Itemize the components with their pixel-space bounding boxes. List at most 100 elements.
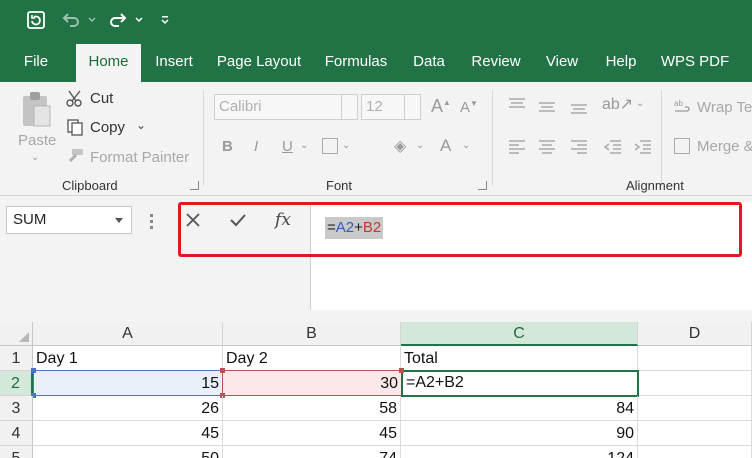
undo-dropdown-icon[interactable] bbox=[86, 9, 98, 31]
fill-color-dropdown-icon[interactable]: ⌄ bbox=[416, 140, 424, 151]
underline-dropdown-icon[interactable]: ⌄ bbox=[300, 140, 308, 151]
tab-view[interactable]: View bbox=[538, 42, 586, 82]
cell-b2[interactable]: 30 bbox=[222, 370, 402, 396]
row-header-3[interactable]: 3 bbox=[0, 396, 33, 421]
row-header-4[interactable]: 4 bbox=[0, 421, 33, 446]
row-header-1[interactable]: 1 bbox=[0, 346, 33, 371]
tab-home[interactable]: Home bbox=[76, 44, 141, 82]
cell-b1[interactable]: Day 2 bbox=[223, 346, 401, 371]
font-group-label: Font bbox=[326, 178, 353, 193]
autosave-icon[interactable] bbox=[24, 9, 48, 31]
cell-c3[interactable]: 84 bbox=[401, 396, 638, 421]
increase-indent-icon[interactable] bbox=[634, 140, 652, 159]
tab-file[interactable]: File bbox=[12, 42, 60, 82]
redo-icon[interactable] bbox=[107, 9, 129, 31]
cell-a5[interactable]: 50 bbox=[33, 446, 223, 458]
column-header-c[interactable]: C bbox=[401, 322, 638, 346]
cell-b3[interactable]: 58 bbox=[223, 396, 401, 421]
cell-a4[interactable]: 45 bbox=[33, 421, 223, 446]
ribbon-home: Paste ⌄ Cut Copy ⌄ Format Painter Clipbo… bbox=[0, 82, 752, 196]
cell-b5[interactable]: 74 bbox=[223, 446, 401, 458]
name-box[interactable]: SUM bbox=[6, 206, 132, 234]
top-align-icon[interactable] bbox=[508, 98, 526, 117]
font-name-dropdown-icon[interactable] bbox=[341, 95, 357, 119]
clipboard-launcher-icon[interactable] bbox=[190, 181, 199, 190]
ref-b2-handle[interactable] bbox=[220, 368, 225, 373]
paste-dropdown-icon[interactable]: ⌄ bbox=[31, 152, 39, 163]
paste-icon[interactable] bbox=[20, 90, 52, 130]
align-center-icon[interactable] bbox=[538, 140, 556, 159]
tab-help[interactable]: Help bbox=[596, 42, 646, 82]
redo-dropdown-icon[interactable] bbox=[133, 9, 145, 31]
group-separator bbox=[492, 90, 493, 186]
cell-b4[interactable]: 45 bbox=[223, 421, 401, 446]
fill-color-icon[interactable]: ◈ bbox=[394, 136, 406, 156]
column-header-b[interactable]: B bbox=[223, 322, 401, 346]
tab-formulas[interactable]: Formulas bbox=[318, 42, 394, 82]
cell-d5[interactable] bbox=[638, 446, 752, 458]
borders-dropdown-icon[interactable]: ⌄ bbox=[342, 140, 350, 151]
wrap-text-icon: ab bbox=[674, 98, 692, 121]
font-color-icon[interactable]: A bbox=[440, 136, 451, 156]
worksheet-grid: A B C D 1 Day 1 Day 2 Total 2 15 30 =A2+… bbox=[0, 322, 752, 458]
wrap-text-button[interactable]: Wrap Te bbox=[697, 99, 752, 116]
select-all-corner[interactable] bbox=[0, 322, 33, 346]
merge-center-button[interactable]: Merge & bbox=[697, 138, 752, 155]
cell-d2[interactable] bbox=[639, 371, 752, 396]
bottom-align-icon[interactable] bbox=[570, 100, 588, 119]
column-header-d[interactable]: D bbox=[638, 322, 752, 346]
font-color-dropdown-icon[interactable]: ⌄ bbox=[462, 140, 470, 151]
name-box-dropdown-icon[interactable] bbox=[115, 218, 123, 223]
tab-insert[interactable]: Insert bbox=[148, 42, 200, 82]
orientation-icon[interactable]: ab↗ bbox=[602, 94, 633, 114]
formula-bar-grip-icon[interactable] bbox=[150, 214, 153, 232]
cell-d4[interactable] bbox=[638, 421, 752, 446]
cell-c4[interactable]: 90 bbox=[401, 421, 638, 446]
cell-c2-editing[interactable]: =A2+B2 bbox=[401, 370, 639, 397]
paste-button[interactable]: Paste bbox=[18, 132, 56, 149]
font-name-value: Calibri bbox=[219, 98, 262, 115]
decrease-font-icon[interactable]: A▼ bbox=[460, 99, 478, 116]
ref-b2-handle[interactable] bbox=[399, 368, 404, 373]
underline-icon[interactable]: U bbox=[282, 138, 293, 155]
format-painter-button[interactable]: Format Painter bbox=[90, 149, 189, 166]
cell-c1[interactable]: Total bbox=[401, 346, 638, 371]
bold-icon[interactable]: B bbox=[222, 138, 233, 155]
row-header-2[interactable]: 2 bbox=[0, 371, 33, 396]
tab-data[interactable]: Data bbox=[404, 42, 454, 82]
undo-icon[interactable] bbox=[60, 9, 82, 31]
cell-d1[interactable] bbox=[638, 346, 752, 371]
alignment-group-label: Alignment bbox=[626, 178, 684, 193]
font-launcher-icon[interactable] bbox=[478, 181, 487, 190]
borders-icon[interactable] bbox=[322, 138, 338, 154]
tab-review[interactable]: Review bbox=[464, 42, 528, 82]
font-size-box[interactable]: 12 bbox=[361, 94, 421, 120]
align-right-icon[interactable] bbox=[570, 140, 588, 159]
cell-a3[interactable]: 26 bbox=[33, 396, 223, 421]
column-header-a[interactable]: A bbox=[33, 322, 223, 346]
ref-a2-handle[interactable] bbox=[31, 368, 36, 373]
cut-button[interactable]: Cut bbox=[90, 90, 113, 107]
cell-a2[interactable]: 15 bbox=[33, 370, 223, 396]
middle-align-icon[interactable] bbox=[538, 100, 556, 119]
cell-d3[interactable] bbox=[638, 396, 752, 421]
copy-dropdown-icon[interactable]: ⌄ bbox=[136, 118, 146, 132]
align-left-icon[interactable] bbox=[508, 140, 526, 159]
orientation-dropdown-icon[interactable]: ⌄ bbox=[636, 98, 644, 109]
cell-c5[interactable]: 124 bbox=[401, 446, 638, 458]
tab-wps-pdf[interactable]: WPS PDF bbox=[656, 42, 734, 82]
name-box-value: SUM bbox=[13, 211, 47, 228]
tab-page-layout[interactable]: Page Layout bbox=[210, 42, 308, 82]
copy-button[interactable]: Copy bbox=[90, 119, 125, 136]
customize-qat-icon[interactable] bbox=[158, 9, 172, 31]
cell-a1[interactable]: Day 1 bbox=[33, 346, 223, 371]
increase-font-icon[interactable]: A▲ bbox=[431, 96, 451, 117]
format-painter-icon bbox=[66, 148, 84, 164]
decrease-indent-icon[interactable] bbox=[603, 140, 622, 159]
row-header-5[interactable]: 5 bbox=[0, 446, 33, 458]
font-size-dropdown-icon[interactable] bbox=[404, 95, 420, 119]
group-separator bbox=[203, 90, 204, 186]
clipboard-group-label: Clipboard bbox=[62, 178, 118, 193]
font-name-box[interactable]: Calibri bbox=[214, 94, 358, 120]
italic-icon[interactable]: I bbox=[254, 138, 258, 155]
